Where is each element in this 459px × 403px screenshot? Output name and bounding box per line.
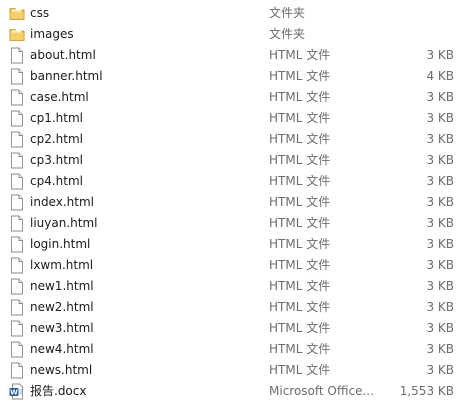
file-type: HTML 文件 xyxy=(269,321,331,335)
html-file-icon xyxy=(11,362,23,379)
html-file-icon xyxy=(11,341,23,358)
file-name: about.html xyxy=(30,48,96,62)
file-size: 3 KB xyxy=(426,342,454,356)
html-file-icon xyxy=(11,47,23,64)
file-row[interactable]: login.html HTML 文件 3 KB xyxy=(0,234,459,255)
file-type: HTML 文件 xyxy=(269,48,331,62)
file-size: 3 KB xyxy=(426,279,454,293)
file-row[interactable]: cp2.html HTML 文件 3 KB xyxy=(0,129,459,150)
file-size: 3 KB xyxy=(426,111,454,125)
file-type: HTML 文件 xyxy=(269,300,331,314)
file-row[interactable]: cp4.html HTML 文件 3 KB xyxy=(0,171,459,192)
file-name: cp1.html xyxy=(30,111,83,125)
file-type: HTML 文件 xyxy=(269,342,331,356)
file-size: 3 KB xyxy=(426,48,454,62)
file-row[interactable]: about.html HTML 文件 3 KB xyxy=(0,45,459,66)
file-row[interactable]: liuyan.html HTML 文件 3 KB xyxy=(0,213,459,234)
file-row[interactable]: new2.html HTML 文件 3 KB xyxy=(0,297,459,318)
file-type: HTML 文件 xyxy=(269,216,331,230)
html-file-icon xyxy=(11,320,23,337)
html-file-icon xyxy=(11,257,23,274)
file-type: HTML 文件 xyxy=(269,279,331,293)
file-name: new2.html xyxy=(30,300,94,314)
file-type: 文件夹 xyxy=(269,6,306,20)
html-file-icon xyxy=(11,173,23,190)
html-file-icon xyxy=(11,110,23,127)
file-name: banner.html xyxy=(30,69,103,83)
file-name: new3.html xyxy=(30,321,94,335)
file-name: cp4.html xyxy=(30,174,83,188)
file-list: css 文件夹 images 文件夹 about.html HTML 文件 3 KB b… xyxy=(0,0,459,403)
file-name: 报告.docx xyxy=(30,384,87,398)
file-size: 3 KB xyxy=(426,90,454,104)
file-row[interactable]: images 文件夹 xyxy=(0,24,459,45)
html-file-icon xyxy=(11,68,23,85)
file-name: images xyxy=(30,27,74,41)
file-type: HTML 文件 xyxy=(269,111,331,125)
html-file-icon xyxy=(11,236,23,253)
file-type: 文件夹 xyxy=(269,27,306,41)
file-name: news.html xyxy=(30,363,93,377)
file-name: liuyan.html xyxy=(30,216,98,230)
file-name: new4.html xyxy=(30,342,94,356)
file-size: 1,553 KB xyxy=(399,384,454,398)
html-file-icon xyxy=(11,278,23,295)
file-name: css xyxy=(30,6,50,20)
file-size: 3 KB xyxy=(426,174,454,188)
file-row[interactable]: new4.html HTML 文件 3 KB xyxy=(0,339,459,360)
file-size: 3 KB xyxy=(426,300,454,314)
html-file-icon xyxy=(11,215,23,232)
file-size: 3 KB xyxy=(426,363,454,377)
file-row[interactable]: lxwm.html HTML 文件 3 KB xyxy=(0,255,459,276)
file-size: 3 KB xyxy=(426,237,454,251)
file-type: HTML 文件 xyxy=(269,258,331,272)
file-type: HTML 文件 xyxy=(269,69,331,83)
file-size: 3 KB xyxy=(426,195,454,209)
file-row[interactable]: new1.html HTML 文件 3 KB xyxy=(0,276,459,297)
file-row[interactable]: news.html HTML 文件 3 KB xyxy=(0,360,459,381)
file-size: 3 KB xyxy=(426,132,454,146)
file-size: 3 KB xyxy=(426,153,454,167)
word-document-icon: W xyxy=(9,383,23,400)
html-file-icon xyxy=(11,89,23,106)
file-size: 3 KB xyxy=(426,321,454,335)
file-size: 3 KB xyxy=(426,216,454,230)
file-row[interactable]: case.html HTML 文件 3 KB xyxy=(0,87,459,108)
file-type: HTML 文件 xyxy=(269,132,331,146)
file-row[interactable]: cp3.html HTML 文件 3 KB xyxy=(0,150,459,171)
file-name: cp3.html xyxy=(30,153,83,167)
file-name: login.html xyxy=(30,237,91,251)
file-type: HTML 文件 xyxy=(269,195,331,209)
file-type: Microsoft Office... xyxy=(269,384,374,398)
folder-icon xyxy=(9,8,25,20)
file-size: 3 KB xyxy=(426,258,454,272)
svg-text:W: W xyxy=(10,389,18,397)
file-row[interactable]: index.html HTML 文件 3 KB xyxy=(0,192,459,213)
file-type: HTML 文件 xyxy=(269,153,331,167)
file-row[interactable]: banner.html HTML 文件 4 KB xyxy=(0,66,459,87)
file-name: new1.html xyxy=(30,279,94,293)
html-file-icon xyxy=(11,131,23,148)
file-row[interactable]: new3.html HTML 文件 3 KB xyxy=(0,318,459,339)
file-name: index.html xyxy=(30,195,94,209)
file-type: HTML 文件 xyxy=(269,90,331,104)
html-file-icon xyxy=(11,194,23,211)
file-row[interactable]: css 文件夹 xyxy=(0,3,459,24)
file-type: HTML 文件 xyxy=(269,363,331,377)
file-type: HTML 文件 xyxy=(269,237,331,251)
file-type: HTML 文件 xyxy=(269,174,331,188)
file-name: lxwm.html xyxy=(30,258,94,272)
file-row[interactable]: W 报告.docx Microsoft Office... 1,553 KB xyxy=(0,381,459,402)
file-row[interactable]: cp1.html HTML 文件 3 KB xyxy=(0,108,459,129)
folder-icon xyxy=(9,29,25,41)
file-name: cp2.html xyxy=(30,132,83,146)
html-file-icon xyxy=(11,152,23,169)
html-file-icon xyxy=(11,299,23,316)
file-size: 4 KB xyxy=(426,69,454,83)
file-name: case.html xyxy=(30,90,89,104)
